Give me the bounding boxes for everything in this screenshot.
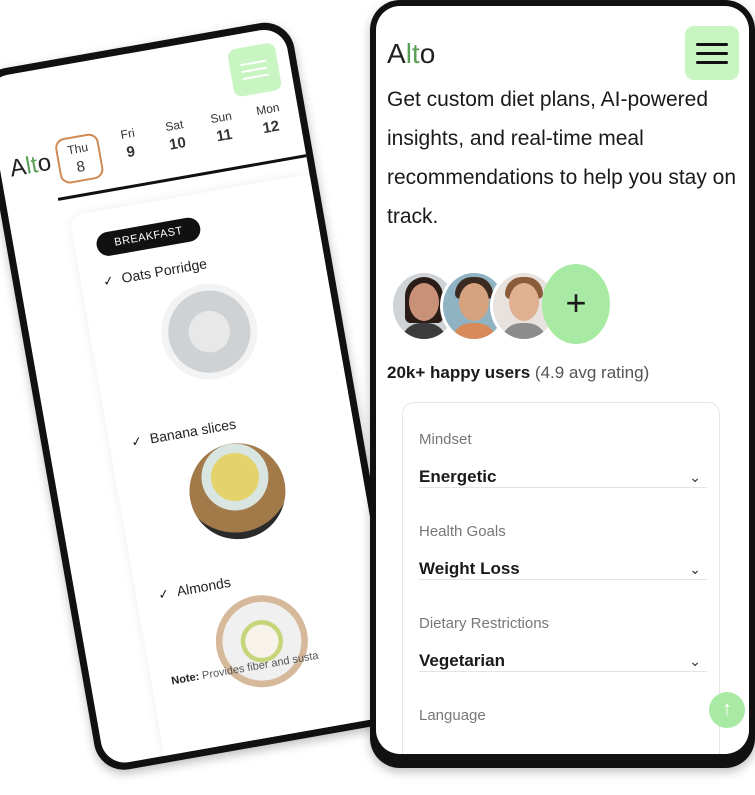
preferences-form: Mindset Energetic ⌄ Health Goals Weight … — [402, 402, 720, 754]
app-logo: Alto — [387, 38, 436, 69]
users-rating: 20k+ happy users (4.9 avg rating) — [387, 363, 650, 382]
breakfast-tag: BREAKFAST — [94, 215, 203, 258]
day-fri[interactable]: Fri 9 — [103, 123, 158, 177]
almonds-image — [208, 587, 316, 695]
add-user-button[interactable]: + — [542, 264, 610, 344]
front-phone-mockup: Alto Get custom diet plans, AI-powered i… — [370, 0, 755, 768]
dietary-restrictions-select[interactable]: Dietary Restrictions Vegetarian ⌄ — [419, 579, 707, 672]
banana-slices-image — [181, 435, 294, 547]
hamburger-menu-button[interactable] — [685, 26, 739, 80]
check-icon: ✓ — [156, 585, 171, 603]
day-sun[interactable]: Sun 11 — [197, 106, 252, 160]
scroll-to-top-button[interactable]: ↑ — [709, 692, 745, 728]
check-icon: ✓ — [130, 433, 144, 450]
user-avatars: + — [390, 264, 650, 344]
day-selector: Thu 8 Fri 9 Sat 10 Sun 11 Mon 12 — [53, 98, 298, 186]
health-goals-select[interactable]: Health Goals Weight Loss ⌄ — [419, 487, 707, 580]
hamburger-menu-button[interactable] — [226, 42, 283, 98]
chevron-down-icon: ⌄ — [689, 469, 701, 485]
day-thu[interactable]: Thu 8 — [53, 132, 106, 186]
day-mon[interactable]: Mon 12 — [243, 98, 298, 152]
mindset-select[interactable]: Mindset Energetic ⌄ — [419, 395, 707, 488]
back-phone-mockup: Alto Thu 8 Fri 9 Sat 10 Sun 11 Mon 12 BR… — [0, 18, 413, 775]
app-logo: Alto — [7, 148, 54, 183]
language-select[interactable]: Language — [419, 671, 707, 754]
chevron-down-icon: ⌄ — [689, 653, 701, 669]
front-phone-screen: Alto Get custom diet plans, AI-powered i… — [376, 6, 749, 754]
chevron-down-icon: ⌄ — [689, 561, 701, 577]
day-sat[interactable]: Sat 10 — [150, 115, 205, 169]
oats-porridge-image — [153, 276, 265, 388]
meal-item: ✓ Almonds — [156, 573, 232, 603]
check-icon: ✓ — [101, 272, 116, 290]
hero-tagline: Get custom diet plans, AI-powered insigh… — [387, 88, 737, 228]
meal-card: BREAKFAST ✓ Oats Porridge ✓ Banana slices … — [69, 172, 405, 767]
back-phone-screen: Alto Thu 8 Fri 9 Sat 10 Sun 11 Mon 12 BR… — [0, 26, 405, 767]
